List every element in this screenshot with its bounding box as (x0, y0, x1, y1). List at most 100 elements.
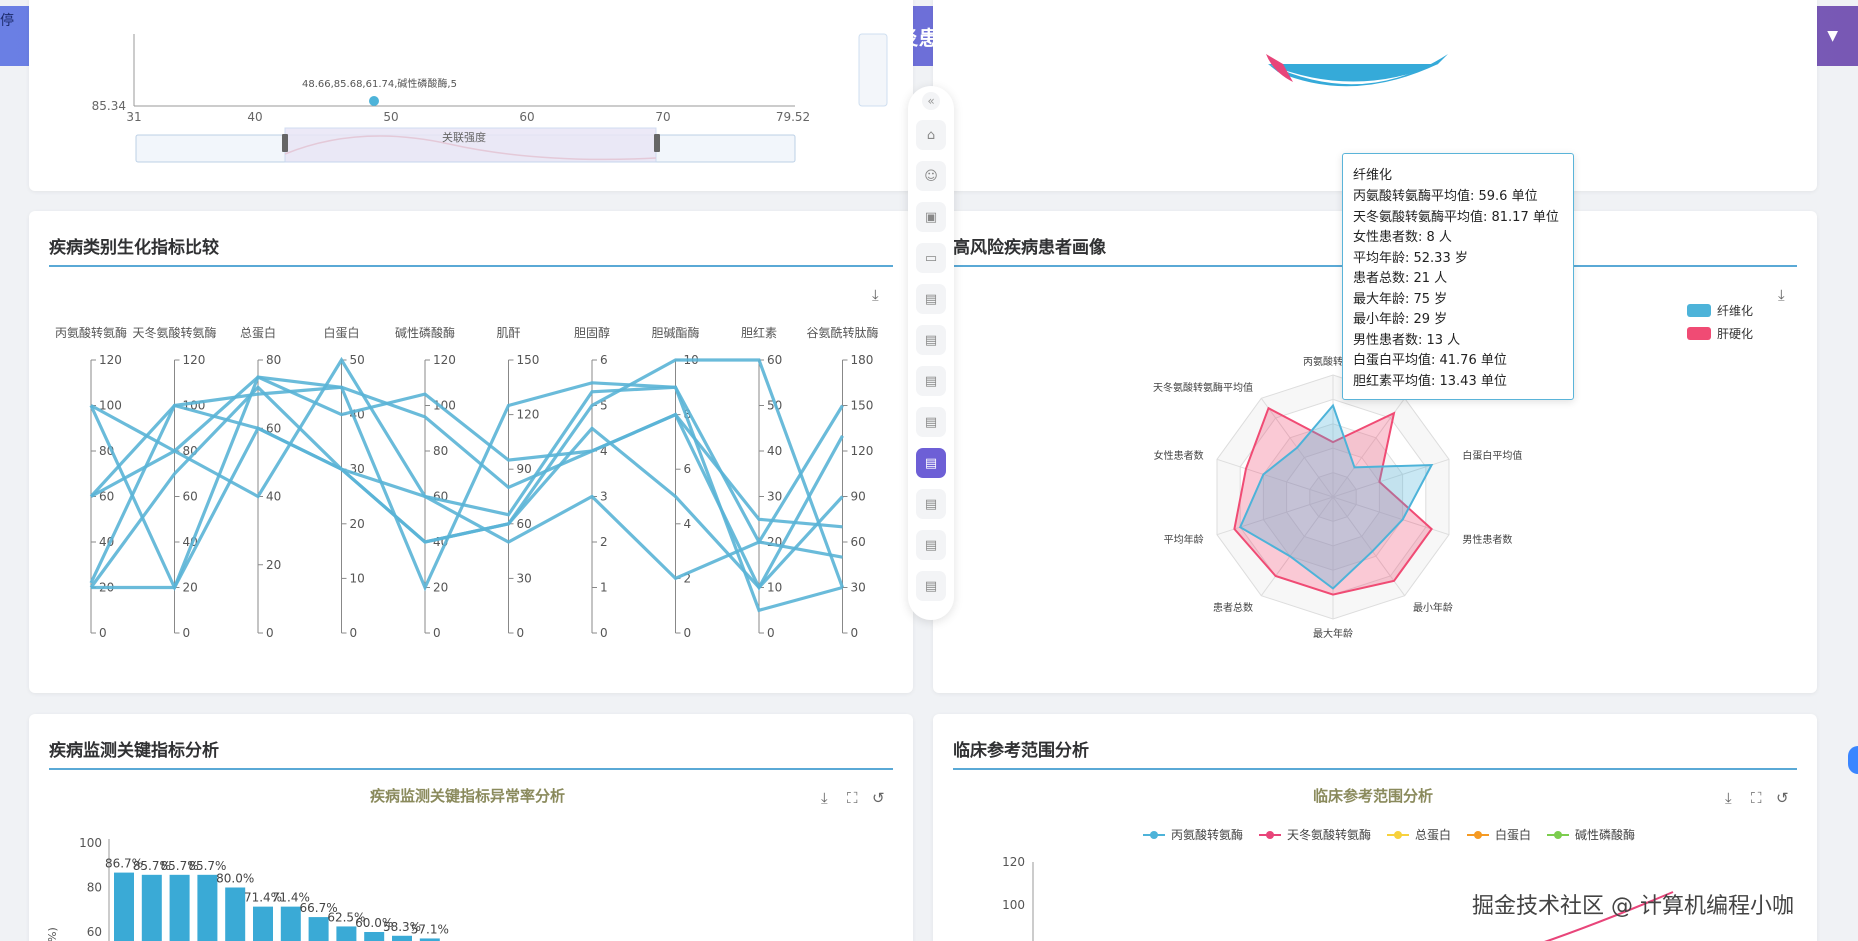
bar (225, 887, 246, 941)
legend-label: 纤维化 (1717, 304, 1753, 318)
tooltip-row: 患者总数: 21 人 (1353, 271, 1448, 286)
bar-card: 疾病监测关键指标分析 疾病监测关键指标异常率分析 ⤓ ⛶ ↺ 60 80 100%)… (29, 714, 913, 941)
y-tick-label: 100 (1002, 898, 1025, 912)
bar (308, 917, 329, 941)
corner-glyph: 停 (0, 13, 14, 29)
radar-indicator: 白蛋白平均值 (1462, 449, 1522, 462)
tick-label: 60 (851, 535, 866, 549)
y-tick-label: 80 (87, 881, 102, 895)
bar (169, 874, 190, 941)
tick-label: 0 (517, 626, 525, 640)
document-icon[interactable]: ▤ (916, 571, 946, 601)
legend-label: 总蛋白 (1415, 827, 1451, 842)
x-tick-label: 79.52 (776, 110, 810, 124)
screen-icon[interactable]: ▭ (916, 243, 946, 273)
document-icon[interactable]: ▤ (916, 448, 946, 478)
x-tick-label: 50 (383, 110, 398, 124)
tick-label: 50 (350, 353, 365, 367)
scatter-chart: 85.34 31 40 50 60 70 79.52 48.66,85.68,61.74,… (92, 33, 888, 163)
tick-label: 10 (350, 571, 365, 585)
tick-label: 90 (851, 490, 866, 504)
legend-label: 白蛋白 (1495, 827, 1531, 842)
tick-label: 3 (600, 490, 608, 504)
bar (253, 906, 273, 941)
axis-name: 胆碱酯酶 (651, 325, 699, 340)
document-icon[interactable]: ▤ (916, 407, 946, 437)
point-label: 48.66,85.68,61.74,碱性磷酸酶,5 (302, 77, 457, 90)
legend-label: 肝硬化 (1717, 327, 1753, 341)
tick-label: 20 (183, 581, 198, 595)
legend-label: 天冬氨酸转氨酶 (1287, 827, 1371, 842)
tick-label: 20 (350, 517, 365, 531)
y-axis-label: %) (46, 927, 59, 941)
axis-name: 肌酐 (496, 326, 520, 340)
x-tick-label: 60 (519, 110, 534, 124)
parallel-chart: 丙氨酸转氨酶020406080100120天冬氨酸转氨酶020406080100… (55, 325, 879, 640)
tick-label: 0 (684, 626, 692, 640)
zoom-handle-right (654, 134, 660, 152)
tick-label: 30 (767, 490, 782, 504)
radar-tooltip: 纤维化 丙氨酸转氨酶平均值: 59.6 单位 天冬氨酸转氨酶平均值: 81.17 … (1342, 153, 1574, 400)
document-icon[interactable]: ▤ (916, 489, 946, 519)
user-icon[interactable]: ☺ (916, 161, 946, 191)
tick-label: 150 (851, 399, 874, 413)
lock-icon[interactable]: ▣ (916, 202, 946, 232)
tick-label: 180 (851, 353, 874, 367)
tick-label: 0 (767, 626, 775, 640)
tick-label: 6 (684, 462, 692, 476)
home-icon[interactable]: ⌂ (916, 120, 946, 150)
bar (364, 932, 385, 941)
axis-name: 谷氨酰转肽酶 (806, 325, 878, 340)
radar-indicator: 最大年龄 (1313, 627, 1353, 640)
bar-label: 80.0% (216, 872, 254, 886)
radar-indicator: 平均年龄 (1164, 533, 1204, 546)
tick-label: 0 (433, 626, 441, 640)
y-tick-label: 60 (87, 925, 102, 939)
slider-label: 关联强度 (442, 130, 486, 144)
bar (141, 874, 162, 941)
legend-swatch (1687, 304, 1711, 317)
x-ticks: 31 40 50 60 70 79.52 (126, 110, 810, 124)
radar-indicator: 天冬氨酸转氨酶平均值 (1153, 381, 1253, 394)
tick-label: 60 (183, 490, 198, 504)
tick-label: 80 (266, 353, 281, 367)
tick-label: 120 (183, 353, 206, 367)
tick-label: 20 (433, 581, 448, 595)
tick-label: 30 (851, 581, 866, 595)
scrollbar-handle (858, 33, 888, 107)
x-tick-label: 31 (126, 110, 141, 124)
legend-label: 丙氨酸转氨酶 (1171, 827, 1243, 842)
floating-action-button[interactable] (1848, 746, 1858, 774)
axis-name: 总蛋白 (240, 325, 276, 340)
document-icon[interactable]: ▤ (916, 366, 946, 396)
bar (336, 926, 357, 941)
tooltip-row: 白蛋白平均值: 41.76 单位 (1353, 353, 1507, 368)
tooltip-row: 胆红素平均值: 13.43 单位 (1353, 373, 1507, 389)
tick-label: 0 (851, 626, 859, 640)
legend-marker (1266, 831, 1274, 839)
x-tick-label: 40 (247, 110, 262, 124)
legend-marker (1554, 831, 1562, 839)
document-icon[interactable]: ▤ (916, 530, 946, 560)
tick-label: 1 (600, 581, 608, 595)
tooltip-row: 天冬氨酸转氨酶平均值: 81.17 单位 (1353, 209, 1559, 225)
document-icon[interactable]: ▤ (916, 284, 946, 314)
tick-label: 120 (851, 444, 874, 458)
tick-label: 80 (433, 444, 448, 458)
legend-marker (1474, 831, 1482, 839)
document-icon[interactable]: ▤ (916, 325, 946, 355)
scatter-card: 85.34 31 40 50 60 70 79.52 48.66,85.68,61.74,… (29, 0, 913, 191)
tick-label: 30 (517, 571, 532, 585)
axis-name: 胆固醇 (574, 325, 610, 340)
bar (197, 874, 218, 941)
chevron-down-icon[interactable]: ▼ (1827, 28, 1838, 44)
parallel-line (89, 403, 843, 581)
tick-label: 10 (767, 581, 782, 595)
tick-label: 40 (767, 444, 782, 458)
radar-indicator: 最小年龄 (1413, 601, 1453, 614)
tick-label: 0 (266, 626, 274, 640)
tick-label: 0 (600, 626, 608, 640)
bar (114, 872, 134, 941)
tick-label: 40 (266, 490, 281, 504)
collapse-icon[interactable]: « (922, 92, 940, 110)
